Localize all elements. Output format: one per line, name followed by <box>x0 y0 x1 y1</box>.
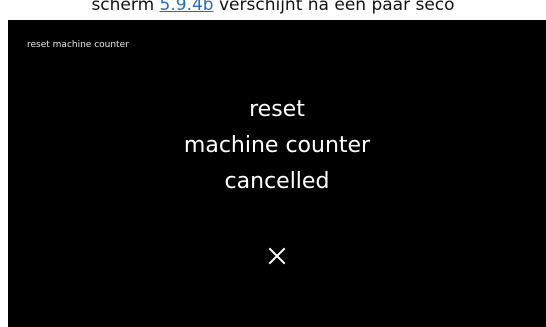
status-message-line-3: cancelled <box>224 169 330 194</box>
caption-text-after: verschijnt na een paar seco <box>213 0 455 15</box>
machine-display-screen: reset machine counter reset machine coun… <box>8 20 546 327</box>
close-icon <box>268 247 286 265</box>
caption-text-before: scherm <box>91 0 160 15</box>
figure-reference-link[interactable]: 5.9.4b <box>160 0 214 15</box>
status-message-line-2: machine counter <box>183 133 371 158</box>
status-message: reset machine counter cancelled <box>8 92 546 200</box>
screen-title: reset machine counter <box>27 40 129 50</box>
status-message-line-1: reset <box>249 97 305 122</box>
document-caption-strip: scherm 5.9.4b verschijnt na een paar sec… <box>0 0 546 20</box>
document-caption: scherm 5.9.4b verschijnt na een paar sec… <box>0 0 546 17</box>
